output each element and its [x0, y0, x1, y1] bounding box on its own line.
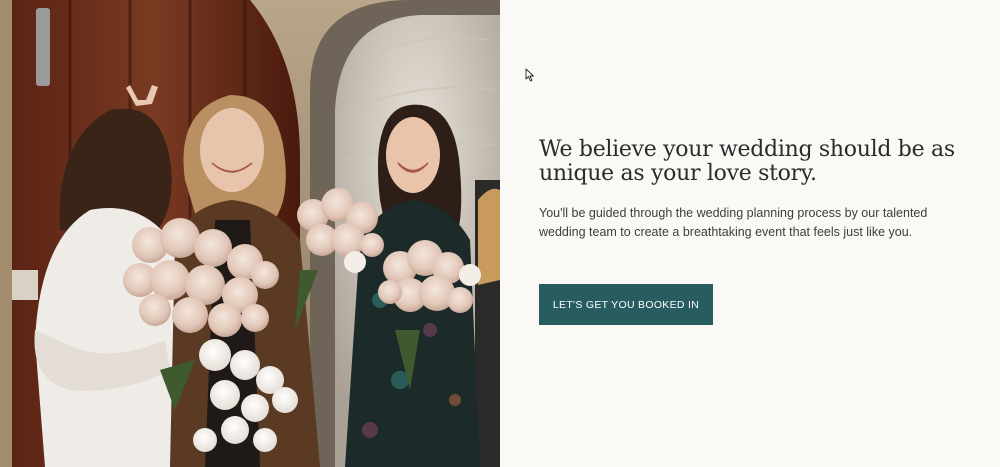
headline: We believe your wedding should be as uni…: [539, 137, 955, 186]
content-panel: We believe your wedding should be as uni…: [500, 0, 1000, 467]
wedding-photo: [0, 0, 500, 467]
book-now-button[interactable]: LET'S GET YOU BOOKED IN: [539, 284, 713, 325]
text-block: We believe your wedding should be as uni…: [539, 138, 979, 242]
intro-paragraph: You'll be guided through the wedding pla…: [539, 206, 928, 239]
mouse-pointer-icon: [525, 68, 534, 82]
hero-section: We believe your wedding should be as uni…: [0, 0, 1000, 467]
